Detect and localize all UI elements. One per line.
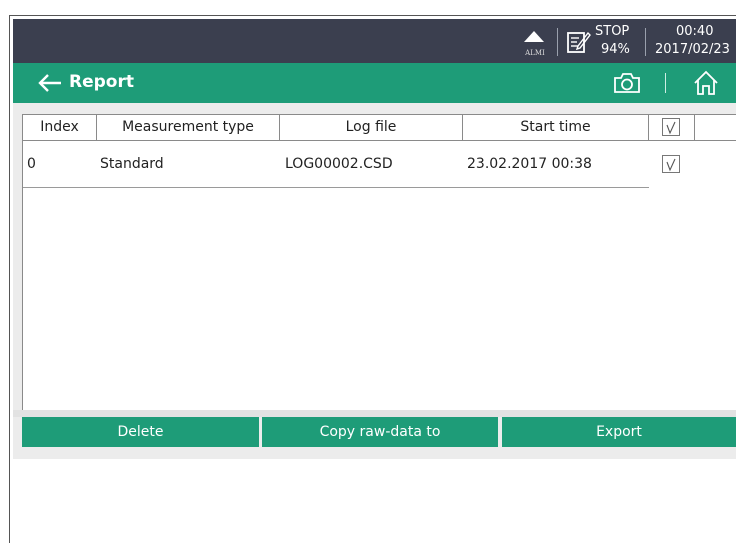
export-button[interactable]: Export bbox=[502, 417, 736, 447]
table-header: Index Measurement type Log file Start ti… bbox=[23, 115, 736, 141]
measurement-state: STOP bbox=[595, 24, 630, 39]
column-header-log-file[interactable]: Log file bbox=[280, 115, 463, 140]
column-header-measurement-type[interactable]: Measurement type bbox=[97, 115, 280, 140]
column-header-select[interactable] bbox=[649, 115, 695, 140]
checkmark-icon bbox=[666, 121, 676, 135]
title-bar: Report bbox=[13, 63, 736, 103]
home-icon[interactable] bbox=[692, 69, 720, 97]
camera-icon[interactable] bbox=[612, 71, 642, 95]
status-separator bbox=[645, 28, 646, 56]
cell-index: 0 bbox=[27, 156, 36, 172]
alarm-indicator[interactable]: ALMI bbox=[520, 25, 550, 61]
clock-time: 00:40 bbox=[676, 24, 714, 39]
copy-raw-data-button[interactable]: Copy raw-data to bbox=[262, 417, 498, 447]
arrow-left-icon[interactable] bbox=[37, 73, 63, 93]
page-title: Report bbox=[69, 72, 134, 92]
column-header-start-time[interactable]: Start time bbox=[463, 115, 649, 140]
row-checkbox[interactable] bbox=[662, 155, 680, 173]
status-bar: ALMI STOP 94% 00:40 2017/02/23 bbox=[13, 19, 736, 63]
battery-level: 94% bbox=[601, 42, 630, 57]
clock-date: 2017/02/23 bbox=[655, 42, 730, 57]
status-separator bbox=[557, 28, 558, 56]
cell-log-file: LOG00002.CSD bbox=[285, 156, 393, 172]
select-all-checkbox[interactable] bbox=[662, 118, 680, 136]
delete-button[interactable]: Delete bbox=[22, 417, 259, 447]
alarm-triangle-icon bbox=[524, 31, 544, 42]
column-header-index[interactable]: Index bbox=[23, 115, 97, 140]
device-screen: ALMI STOP 94% 00:40 2017/02/23 Report In… bbox=[13, 19, 736, 459]
table-row[interactable]: 0 Standard LOG00002.CSD 23.02.2017 00:38 bbox=[23, 141, 649, 188]
title-separator bbox=[665, 73, 666, 93]
checkmark-icon bbox=[666, 158, 676, 172]
alarm-label: ALMI bbox=[525, 49, 545, 57]
window-frame-left bbox=[9, 15, 10, 543]
cell-measurement-type: Standard bbox=[100, 156, 164, 172]
button-bar-separator bbox=[13, 410, 736, 417]
report-table: Index Measurement type Log file Start ti… bbox=[22, 114, 736, 411]
window-frame-top bbox=[9, 15, 736, 16]
cell-start-time: 23.02.2017 00:38 bbox=[467, 156, 592, 172]
memo-edit-icon[interactable] bbox=[566, 29, 592, 55]
